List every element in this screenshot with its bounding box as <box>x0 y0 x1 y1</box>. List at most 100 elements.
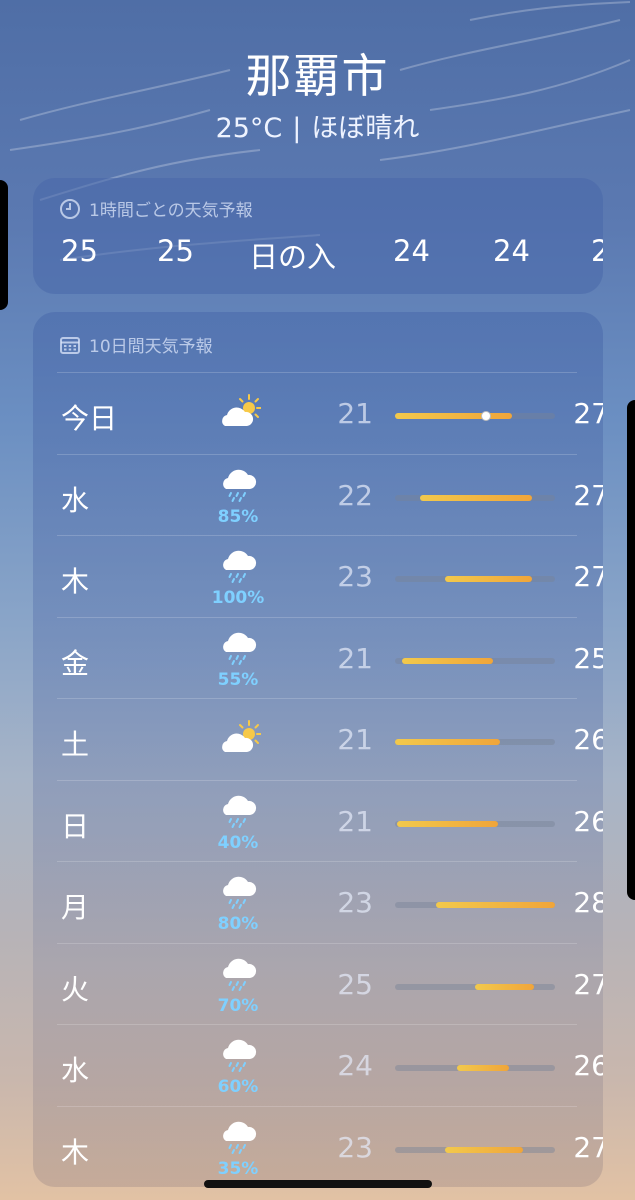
high-temperature: 27 <box>573 967 603 1001</box>
hourly-forecast-header: 1時間ごとの天気予報 <box>59 196 253 221</box>
temperature-range-bar <box>395 902 555 908</box>
forecast-day-label: 木 <box>61 565 90 598</box>
current-temperature: 25°C <box>215 113 283 144</box>
forecast-day-row[interactable]: 木 35% 23 27 <box>57 1105 603 1188</box>
low-temperature: 22 <box>337 478 373 512</box>
rain-cloud-icon <box>223 795 257 828</box>
temperature-range-fill <box>420 494 533 501</box>
temperature-range-bar <box>395 983 555 990</box>
current-summary: 25°C | ほぼ晴れ <box>0 106 635 145</box>
hourly-item: 24 <box>393 234 430 268</box>
precipitation-chance: 35% <box>217 1158 259 1179</box>
ten-day-forecast-card[interactable]: 10日間天気予報 今日 21 27 水 85% 22 27 木 100% 23 27 金 55% 21 25… <box>33 312 603 1187</box>
precipitation-chance: 70% <box>217 995 259 1016</box>
temperature-range-fill <box>395 739 501 745</box>
forecast-day-row[interactable]: 月 80% 23 28 <box>57 861 603 943</box>
forecast-day-row[interactable]: 火 70% 25 27 <box>57 942 603 1025</box>
high-temperature: 27 <box>573 560 603 593</box>
low-temperature: 23 <box>337 886 373 919</box>
forecast-day-row[interactable]: 今日 21 27 <box>57 372 603 454</box>
rain-cloud-icon <box>223 1039 257 1072</box>
temperature-range-fill <box>401 657 494 664</box>
ten-day-forecast-title: 10日間天気予報 <box>89 337 213 357</box>
rain-cloud-icon <box>223 958 257 991</box>
calendar-icon <box>60 336 80 354</box>
rain-cloud-icon <box>223 876 257 909</box>
temperature-range-fill <box>456 1065 510 1071</box>
current-temperature-dot <box>481 411 492 421</box>
hourly-forecast-card[interactable]: 1時間ごとの天気予報 25 25 日の入 24 24 2 <box>33 178 603 294</box>
high-temperature: 26 <box>573 804 603 838</box>
temperature-range-bar <box>395 576 555 582</box>
city-name: 那覇市 <box>245 49 390 103</box>
high-temperature: 27 <box>573 478 603 512</box>
temperature-range-bar <box>395 739 555 745</box>
precipitation-chance: 60% <box>217 1077 259 1097</box>
temperature-range-bar <box>395 1065 555 1071</box>
temperature-range-fill <box>395 413 512 419</box>
forecast-day-label: 今日 <box>61 402 118 435</box>
hourly-item: 24 <box>493 234 530 268</box>
precipitation-chance: 40% <box>217 832 259 853</box>
temperature-range-bar <box>395 411 555 421</box>
device-edge-left <box>0 180 8 310</box>
forecast-day-row[interactable]: 土 21 26 <box>57 698 603 780</box>
forecast-day-label: 火 <box>61 972 90 1006</box>
hourly-item: 25 <box>157 234 194 268</box>
precipitation-chance: 55% <box>217 669 259 690</box>
forecast-day-row[interactable]: 日 40% 21 26 <box>57 779 603 862</box>
temperature-range-fill <box>475 983 535 990</box>
low-temperature: 21 <box>337 723 373 756</box>
forecast-day-row[interactable]: 水 85% 22 27 <box>57 453 603 536</box>
rain-cloud-icon <box>223 550 257 583</box>
high-temperature: 26 <box>573 1049 603 1082</box>
forecast-day-row[interactable]: 金 55% 21 25 <box>57 616 603 699</box>
temperature-range-bar <box>395 657 555 664</box>
high-temperature: 26 <box>573 723 603 756</box>
forecast-day-label: 水 <box>61 483 90 517</box>
summary-separator: | <box>292 113 302 144</box>
precipitation-chance: 80% <box>217 914 259 934</box>
device-edge-right <box>627 400 635 900</box>
ten-day-forecast-header: 10日間天気予報 <box>59 332 213 357</box>
rain-cloud-icon <box>223 1121 257 1154</box>
temperature-range-bar <box>395 820 555 827</box>
low-temperature: 21 <box>337 641 373 675</box>
hourly-item: 2 <box>591 234 603 268</box>
precipitation-chance: 100% <box>211 588 265 608</box>
hourly-forecast-title: 1時間ごとの天気予報 <box>89 201 253 221</box>
precipitation-chance: 85% <box>217 506 259 527</box>
forecast-day-label: 土 <box>61 728 90 761</box>
hourly-item: 日の入 <box>249 240 337 274</box>
partly-sunny-icon <box>222 720 261 752</box>
low-temperature: 24 <box>337 1049 373 1082</box>
forecast-day-row[interactable]: 水 60% 24 26 <box>57 1024 603 1106</box>
high-temperature: 28 <box>573 886 603 919</box>
forecast-day-label: 水 <box>61 1054 90 1087</box>
rain-cloud-icon <box>223 632 257 665</box>
forecast-day-label: 木 <box>61 1135 90 1169</box>
forecast-day-label: 金 <box>61 646 90 680</box>
high-temperature: 27 <box>573 1130 603 1164</box>
hourly-item: 25 <box>61 234 98 268</box>
temperature-range-bar <box>395 1146 555 1153</box>
forecast-day-label: 月 <box>61 891 90 924</box>
forecast-day-row[interactable]: 木 100% 23 27 <box>57 535 603 617</box>
clock-icon <box>60 198 80 219</box>
low-temperature: 21 <box>337 804 373 838</box>
rain-cloud-icon <box>223 469 257 502</box>
temperature-range-bar <box>395 494 555 501</box>
forecast-day-label: 日 <box>61 809 90 843</box>
low-temperature: 23 <box>337 560 373 593</box>
temperature-range-fill <box>445 1146 523 1153</box>
partly-sunny-icon <box>222 394 261 426</box>
low-temperature: 25 <box>337 967 373 1001</box>
home-indicator[interactable] <box>204 1180 432 1188</box>
low-temperature: 23 <box>337 1130 373 1164</box>
high-temperature: 25 <box>573 641 603 675</box>
low-temperature: 21 <box>337 397 373 430</box>
high-temperature: 27 <box>573 397 603 430</box>
current-condition: ほぼ晴れ <box>311 113 420 144</box>
temperature-range-fill <box>445 576 533 582</box>
temperature-range-fill <box>397 820 498 827</box>
